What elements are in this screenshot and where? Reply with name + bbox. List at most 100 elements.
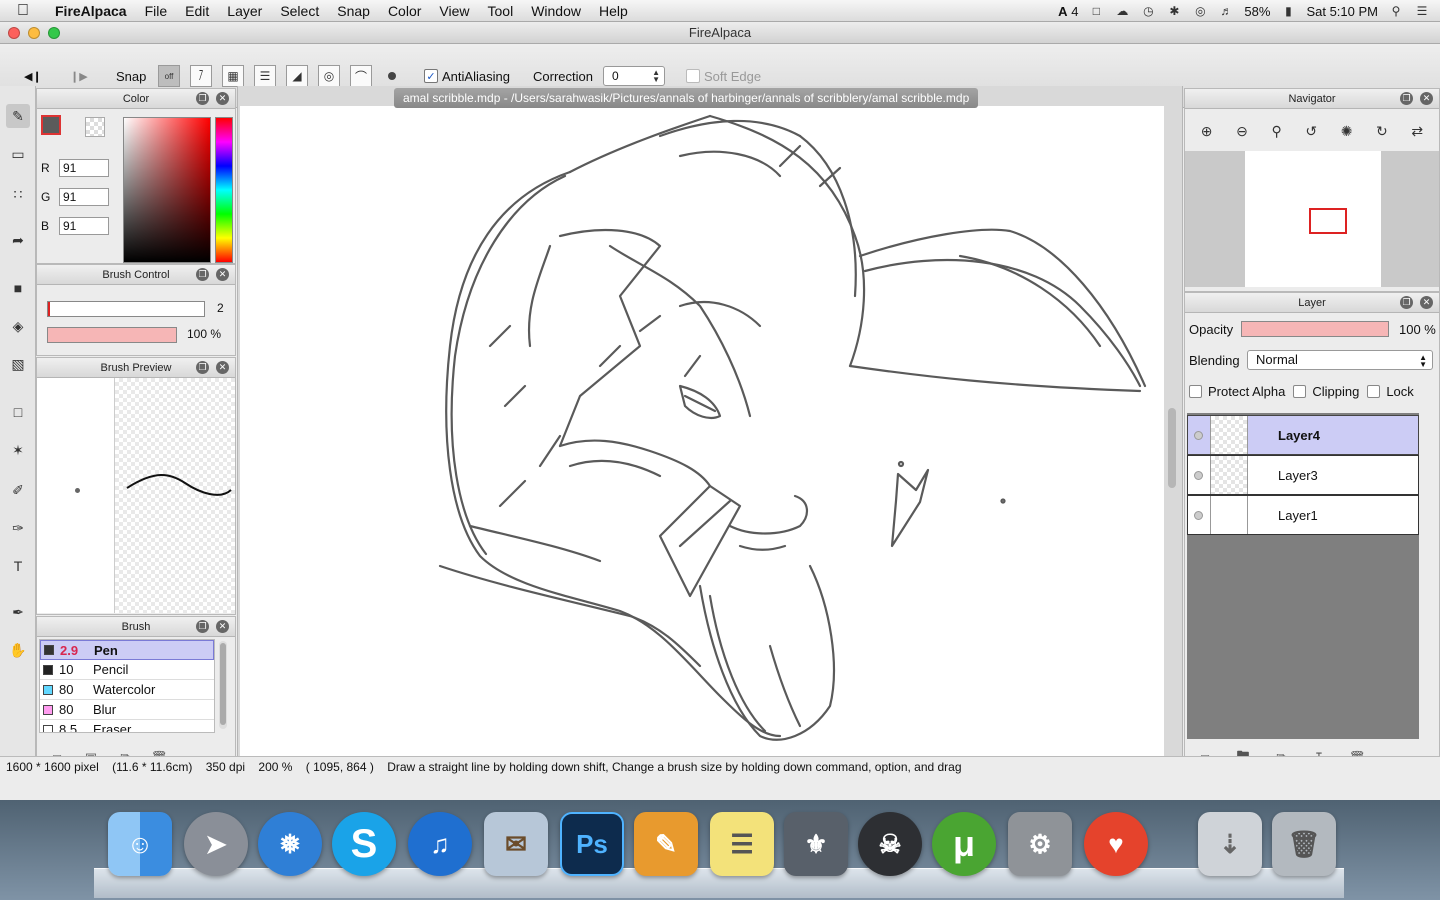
brush-item-pen[interactable]: 2.9 Pen [40, 640, 214, 660]
bucket-tool-icon[interactable]: ◈ [6, 314, 30, 338]
apple-menu-icon[interactable]:  [0, 2, 46, 20]
magic-wand-tool-icon[interactable]: ✶ [6, 438, 30, 462]
time-machine-icon[interactable]: ◷ [1140, 4, 1156, 18]
dot-tool-icon[interactable]: ∷ [6, 182, 30, 206]
battery-icon[interactable]: ▮ [1280, 4, 1296, 18]
blending-select[interactable]: Normal ▲ ▼ [1247, 350, 1433, 370]
volume-icon[interactable]: ♬ [1218, 4, 1234, 18]
menu-file[interactable]: File [136, 3, 177, 19]
skype-dock-icon[interactable]: S [332, 812, 396, 876]
layer-row-layer1[interactable]: Layer1 [1187, 495, 1419, 535]
menu-tool[interactable]: Tool [479, 3, 523, 19]
adobe-tray-icon[interactable]: A 4 [1058, 4, 1078, 19]
move-tool-icon[interactable]: ➦ [6, 228, 30, 252]
float-panel-icon[interactable]: ❐ [196, 361, 209, 374]
dishonored-dock-icon[interactable]: ☠ [858, 812, 922, 876]
snap-off-button[interactable]: off [158, 65, 180, 87]
layer-opacity-slider[interactable] [1241, 321, 1389, 337]
flip-horizontal-icon[interactable]: ⇄ [1411, 123, 1423, 140]
close-window-button[interactable] [8, 27, 20, 39]
menu-edit[interactable]: Edit [176, 3, 218, 19]
eraser-tool-icon[interactable]: ▭ [6, 142, 30, 166]
trash-dock-icon[interactable]: 🗑 [1272, 812, 1336, 876]
menu-select[interactable]: Select [271, 3, 328, 19]
prev-page-icon[interactable]: ◀❙ [24, 64, 42, 88]
zoom-fit-icon[interactable]: ⚲ [1271, 123, 1281, 140]
r-input[interactable]: 91 [59, 159, 109, 177]
brush-item-pencil[interactable]: 10 Pencil [40, 660, 214, 680]
saturation-value-picker[interactable] [123, 117, 211, 263]
photoshop-dock-icon[interactable]: Ps [560, 812, 624, 876]
float-panel-icon[interactable]: ❐ [1400, 296, 1413, 309]
visibility-toggle-icon[interactable] [1188, 430, 1208, 440]
clipping-checkbox[interactable]: Clipping [1293, 384, 1359, 399]
rotate-right-icon[interactable]: ↻ [1376, 123, 1388, 140]
close-panel-icon[interactable]: ✕ [216, 92, 229, 105]
menu-color[interactable]: Color [379, 3, 430, 19]
navigator-view[interactable] [1185, 151, 1439, 287]
brush-opacity-slider[interactable] [47, 327, 177, 343]
zoom-in-icon[interactable]: ⊕ [1201, 123, 1213, 140]
snap-curve-button[interactable]: ⌒ [350, 65, 372, 87]
snap-horizontal-button[interactable]: ☰ [254, 65, 276, 87]
b-input[interactable]: 91 [59, 217, 109, 235]
snap-parallel-button[interactable]: ⧶ [190, 65, 212, 87]
gradient-tool-icon[interactable]: ▧ [6, 352, 30, 376]
menu-app-name[interactable]: FireAlpaca [46, 3, 136, 19]
soft-edge-checkbox[interactable]: Soft Edge [686, 64, 761, 88]
text-tool-icon[interactable]: T [6, 554, 30, 578]
close-panel-icon[interactable]: ✕ [216, 620, 229, 633]
snap-point-icon[interactable] [388, 64, 396, 88]
close-panel-icon[interactable]: ✕ [1420, 92, 1433, 105]
drawing-canvas[interactable] [240, 106, 1164, 760]
snap-concentric-button[interactable]: ◎ [318, 65, 340, 87]
system-preferences-dock-icon[interactable]: ⚙ [1008, 812, 1072, 876]
foreground-color-swatch[interactable] [41, 115, 61, 135]
brush-item-blur[interactable]: 80 Blur [40, 700, 214, 720]
eyedropper-tool-icon[interactable]: ✒ [6, 600, 30, 624]
rotate-reset-icon[interactable]: ✺ [1341, 123, 1353, 140]
snap-diagonal-button[interactable]: ◢ [286, 65, 308, 87]
menu-snap[interactable]: Snap [328, 3, 379, 19]
correction-select[interactable]: 0 ▲ ▼ [603, 66, 665, 86]
menu-view[interactable]: View [430, 3, 478, 19]
select-tool-icon[interactable]: □ [6, 400, 30, 424]
cloud-tray-icon[interactable]: ☁ [1114, 4, 1130, 18]
hue-slider[interactable] [215, 117, 233, 263]
float-panel-icon[interactable]: ❐ [196, 620, 209, 633]
background-color-swatch[interactable] [85, 117, 105, 137]
rectangle-fill-tool-icon[interactable]: ■ [6, 276, 30, 300]
rotate-left-icon[interactable]: ↺ [1305, 123, 1317, 140]
visibility-toggle-icon[interactable] [1188, 470, 1208, 480]
float-panel-icon[interactable]: ❐ [1400, 92, 1413, 105]
hand-tool-icon[interactable]: ✋ [6, 638, 30, 662]
close-panel-icon[interactable]: ✕ [216, 268, 229, 281]
wifi-icon[interactable]: ◎ [1192, 4, 1208, 18]
close-panel-icon[interactable]: ✕ [216, 361, 229, 374]
stickies-dock-icon[interactable]: ☰ [710, 812, 774, 876]
select-pen-tool-icon[interactable]: ✐ [6, 478, 30, 502]
float-panel-icon[interactable]: ❐ [196, 92, 209, 105]
notification-center-icon[interactable]: ☰ [1414, 4, 1430, 18]
layer-row-layer4[interactable]: Layer4 [1187, 415, 1419, 455]
brush-list-scrollbar[interactable] [219, 641, 227, 729]
menu-window[interactable]: Window [522, 3, 590, 19]
menu-layer[interactable]: Layer [218, 3, 271, 19]
s-tray-icon[interactable]: □ [1088, 4, 1104, 18]
menu-help[interactable]: Help [590, 3, 637, 19]
close-panel-icon[interactable]: ✕ [1420, 296, 1433, 309]
mail-dock-icon[interactable]: ✉ [484, 812, 548, 876]
document-tab[interactable]: amal scribble.mdp - /Users/sarahwasik/Pi… [394, 88, 979, 108]
bluetooth-icon[interactable]: ✱ [1166, 4, 1182, 18]
brush-item-watercolor[interactable]: 80 Watercolor [40, 680, 214, 700]
snap-grid-button[interactable]: ▦ [222, 65, 244, 87]
canvas-vertical-scrollbar[interactable] [1168, 408, 1176, 488]
layer-row-layer3[interactable]: Layer3 [1187, 455, 1419, 495]
g-input[interactable]: 91 [59, 188, 109, 206]
protect-alpha-checkbox[interactable]: Protect Alpha [1189, 384, 1285, 399]
pages-dock-icon[interactable]: ✎ [634, 812, 698, 876]
navigator-viewport-rect[interactable] [1309, 208, 1347, 234]
clock[interactable]: Sat 5:10 PM [1306, 4, 1378, 19]
safari-dock-icon[interactable]: ❅ [258, 812, 322, 876]
select-eraser-tool-icon[interactable]: ✑ [6, 516, 30, 540]
